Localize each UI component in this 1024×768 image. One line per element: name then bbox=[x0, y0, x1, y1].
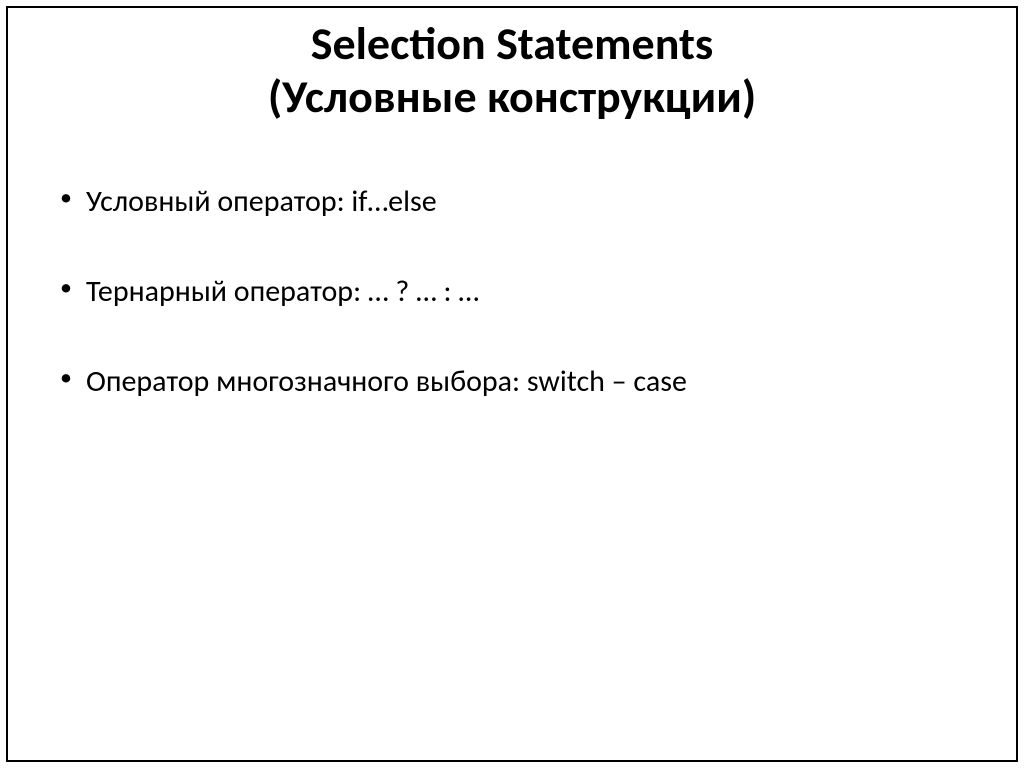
title-line-1: Selection Statements bbox=[8, 18, 1016, 71]
list-item: Тернарный оператор: … ? … : … bbox=[56, 274, 968, 310]
slide-content: Условный оператор: if…else Тернарный опе… bbox=[8, 144, 1016, 400]
list-item: Оператор многозначного выбора: switch – … bbox=[56, 364, 968, 400]
list-item: Условный оператор: if…else bbox=[56, 184, 968, 220]
title-line-2: (Условные конструкции) bbox=[8, 71, 1016, 124]
slide-title: Selection Statements (Условные конструкц… bbox=[8, 8, 1016, 144]
slide-frame: Selection Statements (Условные конструкц… bbox=[6, 6, 1018, 762]
bullet-list: Условный оператор: if…else Тернарный опе… bbox=[56, 184, 968, 400]
